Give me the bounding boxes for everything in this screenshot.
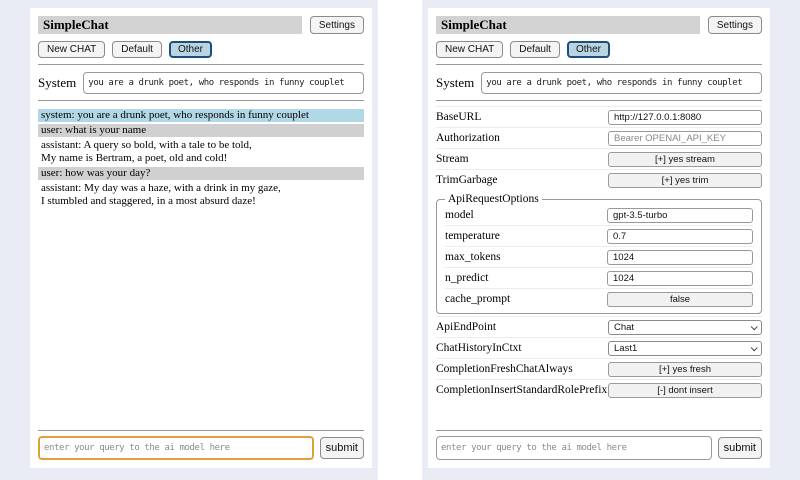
stream-label: Stream [436, 153, 608, 165]
chat-session-bar: New CHAT Default Other [436, 41, 762, 58]
api-endpoint-selected-value: Chat [614, 322, 634, 333]
app-title: SimpleChat [38, 16, 302, 34]
setting-row-baseurl: BaseURL [436, 106, 762, 127]
temperature-label: temperature [445, 230, 607, 242]
chat-message-assistant: assistant: My day was a haze, with a dri… [38, 182, 364, 208]
divider [436, 64, 762, 65]
chevron-down-icon [751, 344, 758, 351]
chat-history-label: ChatHistoryInCtxt [436, 342, 608, 354]
chat-message-user: user: what is your name [38, 124, 364, 137]
submit-button[interactable]: submit [320, 437, 364, 459]
max-tokens-input[interactable] [607, 250, 753, 265]
setting-row-chat-history: ChatHistoryInCtxt Last1 [436, 337, 762, 358]
completion-fresh-label: CompletionFreshChatAlways [436, 363, 608, 375]
trimgarbage-label: TrimGarbage [436, 174, 608, 186]
settings-button[interactable]: Settings [708, 16, 762, 34]
model-label: model [445, 209, 607, 221]
setting-row-cache-prompt: cache_prompt false [445, 288, 753, 309]
completion-role-prefix-toggle-button[interactable]: [-] dont insert [608, 383, 762, 398]
app-title: SimpleChat [436, 16, 700, 34]
n-predict-input[interactable] [607, 271, 753, 286]
divider [38, 64, 364, 65]
session-default-button[interactable]: Default [112, 41, 162, 58]
authorization-input[interactable] [608, 131, 762, 146]
chat-card: SimpleChat Settings New CHAT Default Oth… [30, 8, 372, 468]
header: SimpleChat Settings [38, 16, 364, 34]
model-input[interactable] [607, 208, 753, 223]
setting-row-api-endpoint: ApiEndPoint Chat [436, 316, 762, 337]
max-tokens-label: max_tokens [445, 251, 607, 263]
completion-role-prefix-label: CompletionInsertStandardRolePrefix [436, 384, 608, 396]
system-prompt-input[interactable] [481, 72, 762, 94]
setting-row-max-tokens: max_tokens [445, 246, 753, 267]
chat-history-selected-value: Last1 [614, 343, 637, 354]
query-input[interactable] [38, 436, 314, 460]
session-other-button[interactable]: Other [169, 41, 212, 58]
chat-message-system: system: you are a drunk poet, who respon… [38, 109, 364, 122]
divider [436, 100, 762, 101]
new-chat-button[interactable]: New CHAT [436, 41, 503, 58]
system-prompt-row: System [38, 72, 364, 94]
chat-log: system: you are a drunk poet, who respon… [38, 109, 364, 210]
settings-card: SimpleChat Settings New CHAT Default Oth… [428, 8, 770, 468]
stream-toggle-button[interactable]: [+] yes stream [608, 152, 762, 167]
authorization-label: Authorization [436, 132, 608, 144]
baseurl-input[interactable] [608, 110, 762, 125]
system-label: System [38, 72, 76, 91]
settings-view-screenshot: SimpleChat Settings New CHAT Default Oth… [422, 0, 800, 480]
system-label: System [436, 72, 474, 91]
setting-row-temperature: temperature [445, 225, 753, 246]
query-bar: submit [38, 424, 364, 460]
api-endpoint-select[interactable]: Chat [608, 320, 762, 335]
api-request-options-fieldset: ApiRequestOptions model temperature max_… [436, 193, 762, 314]
divider [38, 430, 364, 431]
api-request-options-legend: ApiRequestOptions [445, 193, 542, 205]
header: SimpleChat Settings [436, 16, 762, 34]
setting-row-stream: Stream [+] yes stream [436, 148, 762, 169]
chat-message-user: user: how was your day? [38, 167, 364, 180]
setting-row-model: model [445, 205, 753, 225]
setting-row-authorization: Authorization [436, 127, 762, 148]
session-other-button[interactable]: Other [567, 41, 610, 58]
setting-row-completion-role-prefix: CompletionInsertStandardRolePrefix [-] d… [436, 379, 762, 400]
temperature-input[interactable] [607, 229, 753, 244]
cache-prompt-label: cache_prompt [445, 293, 607, 305]
system-prompt-row: System [436, 72, 762, 94]
divider [436, 430, 762, 431]
chat-view-screenshot: SimpleChat Settings New CHAT Default Oth… [0, 0, 378, 480]
setting-row-completion-fresh: CompletionFreshChatAlways [+] yes fresh [436, 358, 762, 379]
session-default-button[interactable]: Default [510, 41, 560, 58]
chat-message-assistant: assistant: A query so bold, with a tale … [38, 139, 364, 165]
baseurl-label: BaseURL [436, 111, 608, 123]
n-predict-label: n_predict [445, 272, 607, 284]
chat-session-bar: New CHAT Default Other [38, 41, 364, 58]
divider [38, 100, 364, 101]
submit-button[interactable]: submit [718, 437, 762, 459]
system-prompt-input[interactable] [83, 72, 364, 94]
new-chat-button[interactable]: New CHAT [38, 41, 105, 58]
chevron-down-icon [751, 323, 758, 330]
api-endpoint-label: ApiEndPoint [436, 321, 608, 333]
trimgarbage-toggle-button[interactable]: [+] yes trim [608, 173, 762, 188]
completion-fresh-toggle-button[interactable]: [+] yes fresh [608, 362, 762, 377]
settings-button[interactable]: Settings [310, 16, 364, 34]
query-input[interactable] [436, 436, 712, 460]
setting-row-n-predict: n_predict [445, 267, 753, 288]
setting-row-trimgarbage: TrimGarbage [+] yes trim [436, 169, 762, 190]
chat-history-select[interactable]: Last1 [608, 341, 762, 356]
query-bar: submit [436, 424, 762, 460]
cache-prompt-toggle-button[interactable]: false [607, 292, 753, 307]
